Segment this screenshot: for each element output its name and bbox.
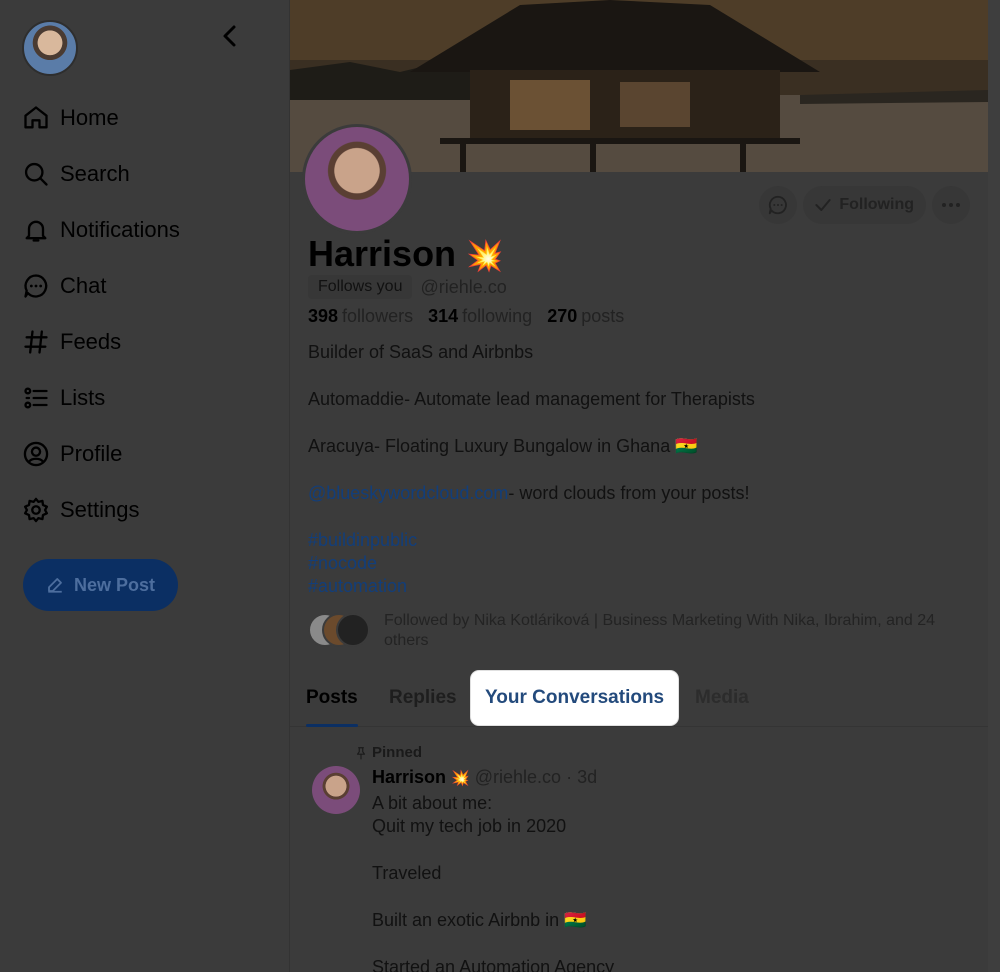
- bio-line: Aracuya- Floating Luxury Bungalow in Gha…: [308, 436, 698, 456]
- profile-tabs: Posts Replies Your Conversations Media: [290, 670, 988, 727]
- follower-avatar: [336, 613, 370, 647]
- handle-row: Follows you @riehle.co: [308, 275, 507, 299]
- nav-label: Settings: [60, 497, 140, 522]
- hash-icon: [24, 330, 48, 354]
- pinned-label: Pinned: [354, 744, 422, 761]
- display-name-text: Harrison: [308, 233, 457, 274]
- post-author-avatar[interactable]: [312, 766, 360, 814]
- nav-label: Notifications: [60, 217, 180, 242]
- posts-label: posts: [581, 306, 625, 326]
- edit-icon: [48, 578, 62, 593]
- nav-item-feeds[interactable]: Feeds: [22, 314, 262, 370]
- page-scrollbar[interactable]: [988, 0, 1000, 972]
- profile-avatar[interactable]: [302, 124, 412, 234]
- nav-label: Search: [60, 161, 130, 186]
- display-name: Harrison 💥: [308, 233, 503, 275]
- left-sidebar: Home Search Notifications Chat Feeds Lis…: [0, 0, 290, 972]
- post-line: A bit about me:: [372, 793, 493, 813]
- following-button-label: Following: [839, 196, 914, 213]
- followed-by-text: Followed by Nika Kotláriková | Business …: [384, 612, 936, 649]
- profile-actions: Following: [759, 186, 970, 224]
- following-stat[interactable]: 314 following: [428, 306, 542, 326]
- current-user-avatar[interactable]: [22, 20, 78, 76]
- bio-line: Automaddie- Automate lead management for…: [308, 389, 755, 409]
- home-icon: [24, 106, 48, 129]
- nav-item-profile[interactable]: Profile: [22, 426, 262, 482]
- followers-stat[interactable]: 398 followers: [308, 306, 423, 326]
- profile-bio: Builder of SaaS and Airbnbs Automaddie- …: [308, 341, 968, 598]
- post-header: Harrison 💥 @riehle.co · 3d: [372, 767, 597, 788]
- chevron-left-icon: [223, 25, 236, 47]
- nav-item-notifications[interactable]: Notifications: [22, 202, 262, 258]
- tab-media[interactable]: Media: [695, 670, 749, 726]
- hashtag-link[interactable]: #buildinpublic: [308, 529, 968, 552]
- message-button[interactable]: [759, 186, 798, 224]
- nav-item-search[interactable]: Search: [22, 146, 262, 202]
- new-post-label: New Post: [73, 574, 156, 595]
- tab-your-conversations[interactable]: Your Conversations: [471, 671, 679, 725]
- nav-item-settings[interactable]: Settings: [22, 482, 262, 538]
- post-line: Started an Automation Agency: [372, 957, 615, 972]
- gear-icon: [23, 497, 49, 523]
- posts-count: 270: [547, 306, 578, 326]
- search-icon: [24, 162, 48, 186]
- following-label: following: [462, 306, 533, 326]
- post-author-emoji: 💥: [451, 770, 470, 787]
- nav-item-chat[interactable]: Chat: [22, 258, 262, 314]
- hashtag-link[interactable]: #automation: [308, 575, 968, 598]
- pin-icon: [356, 746, 366, 759]
- list-icon: [24, 387, 48, 409]
- back-button[interactable]: [214, 20, 246, 52]
- profile-stats: 398 followers 314 following 270 posts: [308, 306, 624, 327]
- profile-main: Following Harrison 💥 Follows you @riehle…: [290, 0, 988, 972]
- bio-link[interactable]: @blueskywordcloud.com: [308, 483, 508, 503]
- following-button[interactable]: Following: [803, 186, 926, 224]
- chat-icon: [769, 195, 788, 215]
- profile-icon: [23, 441, 49, 467]
- tab-posts[interactable]: Posts: [306, 670, 358, 727]
- more-options-button[interactable]: [932, 186, 970, 224]
- name-emoji: 💥: [466, 240, 504, 273]
- nav-label: Chat: [60, 273, 107, 298]
- pinned-text: Pinned: [372, 744, 423, 761]
- nav-label: Profile: [60, 441, 123, 466]
- post-line: Traveled: [372, 863, 442, 883]
- bio-link-suffix: - word clouds from your posts!: [508, 483, 750, 503]
- bell-icon: [25, 220, 47, 242]
- post-time[interactable]: · 3d: [566, 767, 597, 787]
- post-line: Quit my tech job in 2020: [372, 816, 567, 836]
- post-author-handle[interactable]: @riehle.co: [475, 767, 561, 787]
- tab-replies[interactable]: Replies: [389, 670, 457, 726]
- post-body[interactable]: A bit about me: Quit my tech job in 2020…: [372, 792, 614, 972]
- nav-label: Lists: [60, 385, 106, 410]
- following-count: 314: [428, 306, 459, 326]
- post-line: Built an exotic Airbnb in 🇬🇭: [372, 910, 587, 930]
- main-nav: Home Search Notifications Chat Feeds Lis…: [22, 90, 262, 538]
- nav-label: Feeds: [60, 329, 122, 354]
- nav-label: Home: [60, 105, 119, 130]
- nav-item-lists[interactable]: Lists: [22, 370, 262, 426]
- followers-label: followers: [342, 306, 414, 326]
- follows-you-badge: Follows you: [308, 275, 413, 299]
- followers-count: 398: [308, 306, 339, 326]
- followed-by[interactable]: Followed by Nika Kotláriková | Business …: [308, 611, 968, 651]
- nav-item-home[interactable]: Home: [22, 90, 262, 146]
- profile-handle: @riehle.co: [420, 276, 507, 297]
- hashtag-link[interactable]: #nocode: [308, 552, 968, 575]
- posts-stat: 270 posts: [547, 306, 624, 326]
- bio-link-line: @blueskywordcloud.com- word clouds from …: [308, 482, 968, 505]
- chat-icon: [24, 274, 48, 298]
- bio-tags: #buildinpublic #nocode #automation: [308, 529, 968, 598]
- followed-by-avatars: [308, 611, 376, 649]
- post-author-name[interactable]: Harrison: [372, 767, 446, 787]
- more-icon: [942, 203, 960, 207]
- check-icon: [815, 199, 832, 211]
- new-post-button[interactable]: New Post: [23, 559, 178, 611]
- bio-line: Builder of SaaS and Airbnbs: [308, 342, 534, 362]
